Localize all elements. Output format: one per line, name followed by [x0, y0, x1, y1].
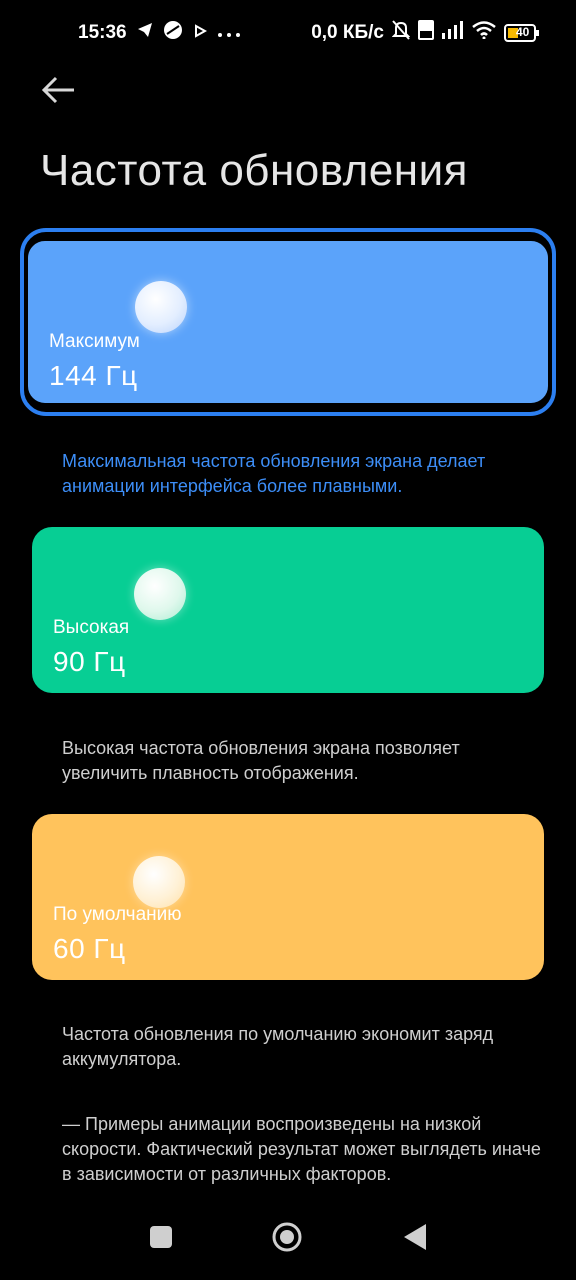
option-value: 144 Гц	[49, 360, 138, 391]
option-value: 90 Гц	[53, 646, 126, 677]
home-circle-icon	[272, 1222, 302, 1252]
navigation-bar	[0, 1204, 576, 1280]
volte-icon	[418, 20, 434, 46]
option-card-high[interactable]: Высокая 90 Гц	[32, 527, 544, 693]
recents-button[interactable]	[148, 1224, 174, 1250]
option-value: 60 Гц	[53, 933, 126, 964]
back-arrow-button[interactable]	[40, 72, 80, 108]
option-description: Частота обновления по умолчанию экономит…	[62, 1024, 494, 1069]
option-card-default[interactable]: По умолчанию 60 Гц	[32, 814, 544, 980]
square-icon	[150, 1226, 172, 1248]
app-icon	[163, 20, 183, 46]
status-bar: 15:36 0,0 КБ/с 40	[0, 0, 576, 64]
status-bar-left: 15:36	[78, 20, 241, 46]
option-label: Высокая	[53, 617, 130, 638]
arrow-left-icon	[41, 76, 74, 104]
back-button[interactable]	[402, 1222, 428, 1252]
clock: 15:36	[78, 22, 127, 43]
home-button[interactable]	[271, 1221, 303, 1253]
telegram-icon	[137, 22, 153, 44]
wifi-icon	[472, 21, 496, 45]
more-dots-icon	[217, 22, 241, 44]
animation-ball-icon	[135, 281, 187, 333]
battery-level: 40	[516, 25, 530, 39]
play-icon	[193, 22, 207, 44]
animation-ball-icon	[134, 568, 186, 620]
option-description: Максимальная частота обновления экрана д…	[62, 451, 486, 496]
mute-icon	[391, 20, 411, 46]
animation-ball-icon	[133, 856, 185, 908]
network-speed: 0,0 КБ/с	[311, 22, 384, 43]
page-title: Частота обновления	[40, 146, 468, 195]
footnote: — Примеры анимации воспроизведены на низ…	[62, 1114, 541, 1184]
option-card-maximum[interactable]: Максимум 144 Гц	[25, 238, 551, 406]
battery-icon: 40	[504, 23, 540, 43]
status-bar-right: 0,0 КБ/с 40	[311, 20, 540, 46]
signal-icon	[442, 21, 464, 45]
option-label: Максимум	[49, 331, 140, 352]
option-label: По умолчанию	[53, 904, 182, 925]
option-description: Высокая частота обновления экрана позвол…	[62, 738, 460, 783]
triangle-back-icon	[404, 1224, 426, 1250]
